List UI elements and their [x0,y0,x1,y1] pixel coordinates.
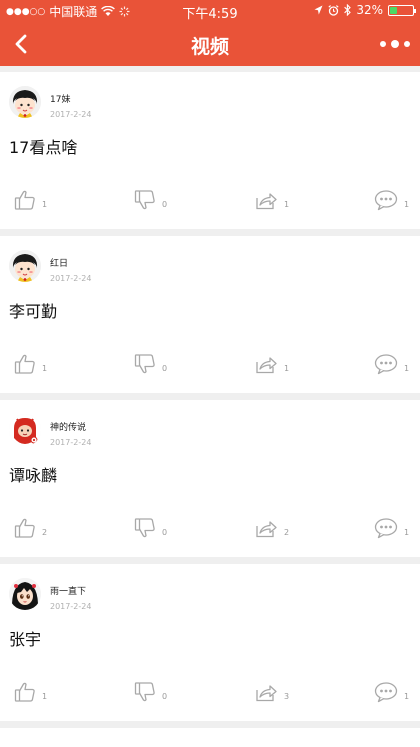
like-button[interactable]: 1 [14,188,47,212]
thumbs-down-icon [134,682,155,702]
post-card[interactable]: 17妹 2017-2-24 17看点啥 1 0 1 1 [0,72,420,229]
share-button[interactable]: 1 [254,188,289,212]
chevron-left-icon[interactable] [10,30,36,58]
dislike-count: 0 [162,527,168,537]
share-button[interactable]: 2 [254,516,289,540]
post-card[interactable]: 雨一直下 2017-2-24 张宇 1 0 3 1 [0,564,420,721]
post-card[interactable]: 红日 2017-2-24 李可勤 1 0 1 1 [0,236,420,393]
post-feed: 17妹 2017-2-24 17看点啥 1 0 1 1 红日 2017-2-24… [0,72,420,747]
post-username[interactable]: 雨一直下 [50,584,86,597]
post-text[interactable]: 李可勤 [9,298,57,322]
post-actions: 2 0 2 1 [0,516,420,540]
share-icon [256,685,277,702]
like-count: 1 [42,691,48,701]
share-button[interactable]: 3 [254,680,289,704]
dislike-button[interactable]: 0 [134,680,167,704]
avatar[interactable] [9,250,41,282]
dislike-count: 0 [162,363,168,373]
comment-count: 1 [404,691,410,701]
post-text[interactable]: 张宇 [9,626,41,650]
like-count: 2 [42,527,48,537]
post-actions: 1 0 1 1 [0,188,420,212]
post-date: 2017-2-24 [50,110,92,119]
more-dot [391,40,399,48]
dislike-button[interactable]: 0 [134,188,167,212]
app-screen: ●●●○○ 中国联通 下午4:59 32% 视频 17妹 2017-2-24 1… [0,0,420,747]
share-icon [256,521,277,538]
post-date: 2017-2-24 [50,274,92,283]
post-text[interactable]: 谭咏麟 [9,462,57,486]
like-button[interactable]: 1 [14,680,47,704]
dislike-button[interactable]: 0 [134,352,167,376]
status-bar: ●●●○○ 中国联通 下午4:59 32% [0,0,420,22]
nav-bar: 视频 [0,22,420,66]
post-date: 2017-2-24 [50,602,92,611]
share-count: 3 [284,691,290,701]
bluetooth-icon [344,4,352,16]
thumbs-up-icon [14,518,35,538]
share-icon [256,357,277,374]
comment-count: 1 [404,363,410,373]
post-actions: 1 0 3 1 [0,680,420,704]
battery-icon [388,4,416,16]
comment-button[interactable]: 1 [374,680,409,704]
more-dot [404,41,410,47]
alarm-icon [328,4,339,16]
comment-icon [374,190,398,211]
like-count: 1 [42,199,48,209]
post-card[interactable]: 神的传说 2017-2-24 谭咏麟 2 0 2 1 [0,400,420,557]
post-card-partial[interactable] [0,728,420,747]
dislike-count: 0 [162,199,168,209]
post-actions: 1 0 1 1 [0,352,420,376]
post-username[interactable]: 17妹 [50,92,70,105]
thumbs-up-icon [14,682,35,702]
thumbs-up-icon [14,190,35,210]
thumbs-down-icon [134,190,155,210]
like-button[interactable]: 2 [14,516,47,540]
more-dots-icon[interactable] [380,36,410,52]
share-count: 2 [284,527,290,537]
battery-level-fill [390,6,397,14]
more-dot [380,41,386,47]
like-count: 1 [42,363,48,373]
like-button[interactable]: 1 [14,352,47,376]
thumbs-down-icon [134,354,155,374]
post-username[interactable]: 红日 [50,256,68,269]
dislike-button[interactable]: 0 [134,516,167,540]
comment-button[interactable]: 1 [374,352,409,376]
comment-count: 1 [404,527,410,537]
comment-count: 1 [404,199,410,209]
comment-button[interactable]: 1 [374,188,409,212]
comment-icon [374,682,398,703]
share-count: 1 [284,363,290,373]
post-text[interactable]: 17看点啥 [9,134,77,158]
page-title: 视频 [190,36,229,58]
location-icon [314,5,323,15]
share-button[interactable]: 1 [254,352,289,376]
thumbs-up-icon [14,354,35,374]
comment-icon [374,354,398,375]
avatar[interactable] [9,414,41,446]
post-username[interactable]: 神的传说 [50,420,86,433]
post-date: 2017-2-24 [50,438,92,447]
share-count: 1 [284,199,290,209]
battery-percent: 32% [356,3,383,17]
dislike-count: 0 [162,691,168,701]
comment-icon [374,518,398,539]
comment-button[interactable]: 1 [374,516,409,540]
share-icon [256,193,277,210]
thumbs-down-icon [134,518,155,538]
avatar[interactable] [9,578,41,610]
avatar[interactable] [9,86,41,118]
status-right: 32% [314,3,416,17]
